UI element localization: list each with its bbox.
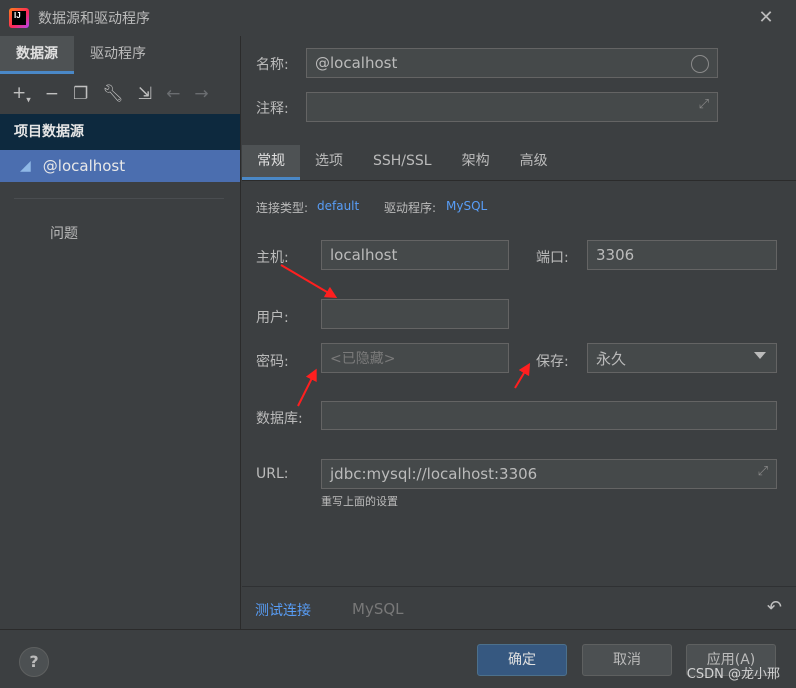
settings-panel: 名称: @localhost 注释: ⤢ 常规 选项 SSH/SSL 架构 高级…: [242, 36, 796, 629]
left-tabs: 数据源 驱动程序: [0, 36, 240, 74]
driver-name-label: MySQL: [352, 600, 404, 618]
url-value: jdbc:mysql://localhost:3306: [330, 465, 538, 483]
user-input[interactable]: [321, 299, 509, 329]
tab-general[interactable]: 常规: [242, 145, 300, 180]
window-title: 数据源和驱动程序: [38, 11, 150, 27]
host-label: 主机:: [256, 250, 289, 266]
left-panel: 数据源 驱动程序 +▾ − ❐ 🔧︎ ⇲ ← → 项目数据源 ◢ @localh…: [0, 36, 241, 629]
connection-type-label: 连接类型:: [256, 201, 309, 215]
plus-icon[interactable]: +▾: [12, 83, 31, 105]
comment-field[interactable]: ⤢: [306, 92, 718, 122]
tab-options[interactable]: 选项: [300, 145, 358, 180]
ok-button[interactable]: 确定: [477, 644, 567, 676]
csdn-watermark: CSDN @龙小邢: [686, 667, 780, 682]
expand-icon[interactable]: ⤢: [699, 97, 709, 112]
expand-icon[interactable]: ⤢: [758, 464, 768, 479]
cancel-button[interactable]: 取消: [582, 644, 672, 676]
save-label: 保存:: [536, 354, 569, 370]
port-value: 3306: [596, 246, 635, 264]
color-circle-icon[interactable]: [691, 55, 709, 73]
host-value: localhost: [330, 246, 398, 264]
close-icon[interactable]: ✕: [756, 8, 776, 28]
title-bar: IJ 数据源和驱动程序 ✕: [0, 0, 796, 36]
password-input[interactable]: <已隐藏>: [321, 343, 509, 373]
save-value: 永久: [596, 349, 627, 368]
back-arrow-icon[interactable]: ←: [166, 84, 180, 104]
settings-tabs: 常规 选项 SSH/SSL 架构 高级: [242, 145, 796, 181]
mysql-dolphin-icon: ◢: [20, 158, 31, 174]
save-select[interactable]: 永久: [587, 343, 777, 373]
dialog-footer: ? 确定 取消 应用(A) CSDN @龙小邢: [0, 629, 796, 688]
tab-datasources[interactable]: 数据源: [0, 36, 74, 74]
host-input[interactable]: localhost: [321, 240, 509, 270]
problems-item[interactable]: 问题: [0, 223, 240, 243]
connection-type-link[interactable]: default: [317, 199, 359, 213]
url-input[interactable]: jdbc:mysql://localhost:3306 ⤢: [321, 459, 777, 489]
datasource-item-label: @localhost: [42, 157, 126, 175]
revert-icon[interactable]: ↶: [767, 597, 782, 618]
intellij-app-icon: IJ: [9, 8, 29, 28]
comment-label: 注释:: [256, 101, 289, 117]
test-connection-bar: 测试连接 MySQL ↶: [242, 586, 796, 629]
help-icon[interactable]: ?: [19, 647, 49, 677]
chevron-down-icon: [754, 352, 766, 359]
port-label: 端口:: [536, 250, 569, 266]
wrench-icon[interactable]: 🔧︎: [102, 84, 124, 104]
password-placeholder: <已隐藏>: [330, 351, 396, 367]
url-label: URL:: [256, 466, 289, 482]
name-value: @localhost: [315, 54, 398, 72]
tab-drivers[interactable]: 驱动程序: [74, 36, 162, 74]
import-icon[interactable]: ⇲: [138, 84, 152, 104]
divider: [14, 198, 224, 199]
test-connection-link[interactable]: 测试连接: [255, 600, 311, 620]
driver-label: 驱动程序:: [384, 201, 437, 215]
tab-advanced[interactable]: 高级: [505, 145, 563, 180]
forward-arrow-icon[interactable]: →: [194, 84, 208, 104]
minus-icon[interactable]: −: [45, 84, 59, 104]
database-label: 数据库:: [256, 411, 303, 427]
driver-link[interactable]: MySQL: [446, 199, 487, 213]
project-datasources-header: 项目数据源: [0, 114, 240, 150]
user-label: 用户:: [256, 310, 289, 326]
datasource-item-localhost[interactable]: ◢ @localhost: [0, 150, 240, 182]
name-label: 名称:: [256, 57, 289, 73]
url-hint: 重写上面的设置: [321, 495, 398, 508]
tab-ssh-ssl[interactable]: SSH/SSL: [358, 145, 447, 180]
port-input[interactable]: 3306: [587, 240, 777, 270]
left-toolbar: +▾ − ❐ 🔧︎ ⇲ ← →: [0, 74, 240, 114]
database-input[interactable]: [321, 401, 777, 430]
password-label: 密码:: [256, 354, 289, 370]
tab-schemas[interactable]: 架构: [447, 145, 505, 180]
duplicate-icon[interactable]: ❐: [73, 84, 88, 104]
name-field[interactable]: @localhost: [306, 48, 718, 78]
